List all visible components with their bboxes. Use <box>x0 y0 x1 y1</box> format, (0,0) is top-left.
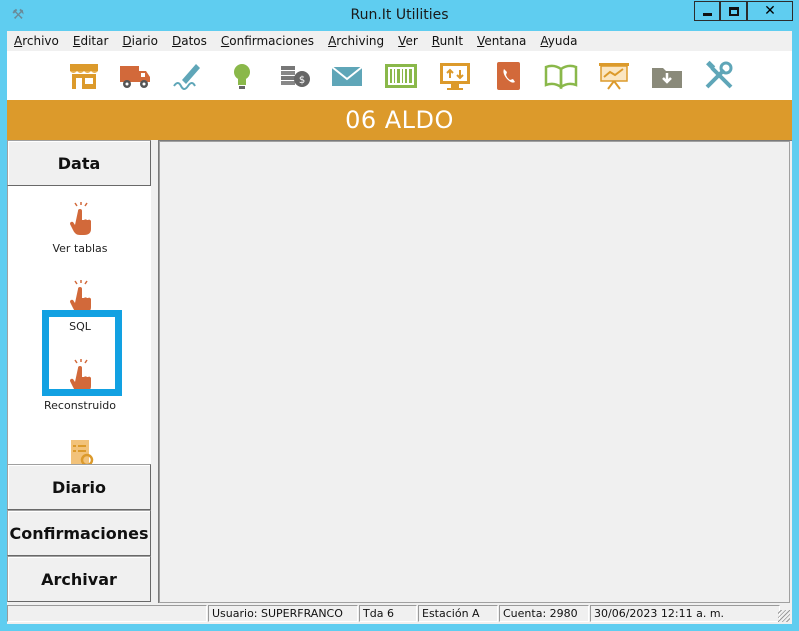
book-icon <box>544 64 578 90</box>
lightbulb-button[interactable] <box>224 59 260 93</box>
section-diario-button[interactable]: Diario <box>7 464 151 510</box>
truck-icon <box>120 66 150 88</box>
tools-icon <box>705 60 733 89</box>
signature-button[interactable] <box>171 59 207 93</box>
menu-bar: Archivo Editar Diario Datos Confirmacion… <box>7 31 792 51</box>
menu-ayuda[interactable]: Ayuda <box>540 34 577 48</box>
toolbar: $ <box>7 51 792 100</box>
list-item-ver-tablas[interactable]: Ver tablas <box>8 202 151 255</box>
download-folder-button[interactable] <box>649 59 685 93</box>
presentation-button[interactable] <box>596 59 632 93</box>
monitor-transfer-icon <box>440 63 470 90</box>
menu-archivo[interactable]: Archivo <box>14 34 59 48</box>
phonebook-icon <box>497 62 520 90</box>
store-name: 06 ALDO <box>345 106 454 134</box>
section-data-button[interactable]: Data <box>7 140 151 186</box>
mail-icon <box>331 66 363 86</box>
client-area: Archivo Editar Diario Datos Confirmacion… <box>7 31 792 624</box>
menu-runit[interactable]: RunIt <box>432 34 463 48</box>
list-item-label: Reconstruido <box>44 399 116 412</box>
mail-button[interactable] <box>329 59 365 93</box>
menu-archiving[interactable]: Archiving <box>328 34 384 48</box>
phonebook-button[interactable] <box>490 59 526 93</box>
pointing-hand-icon <box>69 202 91 235</box>
coins-button[interactable]: $ <box>277 59 313 93</box>
presentation-icon <box>599 63 629 90</box>
menu-ventana[interactable]: Ventana <box>477 34 526 48</box>
download-folder-icon <box>652 68 682 88</box>
workspace-panel <box>159 141 790 603</box>
status-station: Estación A <box>418 605 498 622</box>
minimize-icon <box>702 12 712 16</box>
menu-ver[interactable]: Ver <box>398 34 418 48</box>
store-icon <box>70 64 98 89</box>
menu-datos[interactable]: Datos <box>172 34 207 48</box>
pointing-hand-icon <box>69 280 91 313</box>
section-confirmaciones-label: Confirmaciones <box>9 523 149 543</box>
status-datetime: 30/06/2023 12:11 a. m. <box>590 605 780 622</box>
section-diario-label: Diario <box>52 477 106 497</box>
maximize-button[interactable] <box>720 1 747 21</box>
minimize-button[interactable] <box>694 1 720 21</box>
tools-button[interactable] <box>701 59 737 93</box>
truck-button[interactable] <box>117 59 153 93</box>
window-title: Run.It Utilities <box>350 7 449 23</box>
main-workspace <box>158 140 792 603</box>
book-button[interactable] <box>543 59 579 93</box>
close-icon: ✕ <box>764 3 776 19</box>
close-button[interactable]: ✕ <box>747 1 793 21</box>
barcode-button[interactable] <box>383 59 419 93</box>
barcode-icon <box>385 64 417 88</box>
list-item-checklist[interactable] <box>8 438 151 464</box>
svg-text:$: $ <box>299 75 305 86</box>
section-confirmaciones-button[interactable]: Confirmaciones <box>7 510 151 556</box>
maximize-icon <box>728 6 739 16</box>
menu-diario[interactable]: Diario <box>122 34 158 48</box>
section-data-label: Data <box>57 153 101 173</box>
checklist-search-icon <box>71 440 94 464</box>
resize-grip[interactable] <box>778 610 790 622</box>
status-segment-empty <box>7 605 207 622</box>
lightbulb-icon <box>234 64 250 89</box>
store-button[interactable] <box>66 59 102 93</box>
menu-editar[interactable]: Editar <box>73 34 109 48</box>
status-user: Usuario: SUPERFRANCO <box>208 605 358 622</box>
menu-confirmaciones[interactable]: Confirmaciones <box>221 34 314 48</box>
list-item-label: Ver tablas <box>52 242 108 255</box>
section-archivar-button[interactable]: Archivar <box>7 556 151 602</box>
data-items-list: Ver tablas SQL Reconstruido <box>7 186 151 464</box>
title-bar: ⚒ Run.It Utilities ✕ <box>0 0 799 31</box>
coins-icon: $ <box>281 66 310 87</box>
selection-highlight <box>42 310 122 396</box>
status-bar: Usuario: SUPERFRANCO Tda 6 Estación A Cu… <box>7 603 792 624</box>
monitor-transfer-button[interactable] <box>437 59 473 93</box>
store-banner: 06 ALDO <box>7 100 792 140</box>
signature-icon <box>173 64 200 90</box>
status-account: Cuenta: 2980 <box>499 605 589 622</box>
status-store: Tda 6 <box>359 605 417 622</box>
navigation-pane: Data Ver tablas SQL Reconstruido Diario … <box>7 140 158 603</box>
section-archivar-label: Archivar <box>41 569 117 589</box>
